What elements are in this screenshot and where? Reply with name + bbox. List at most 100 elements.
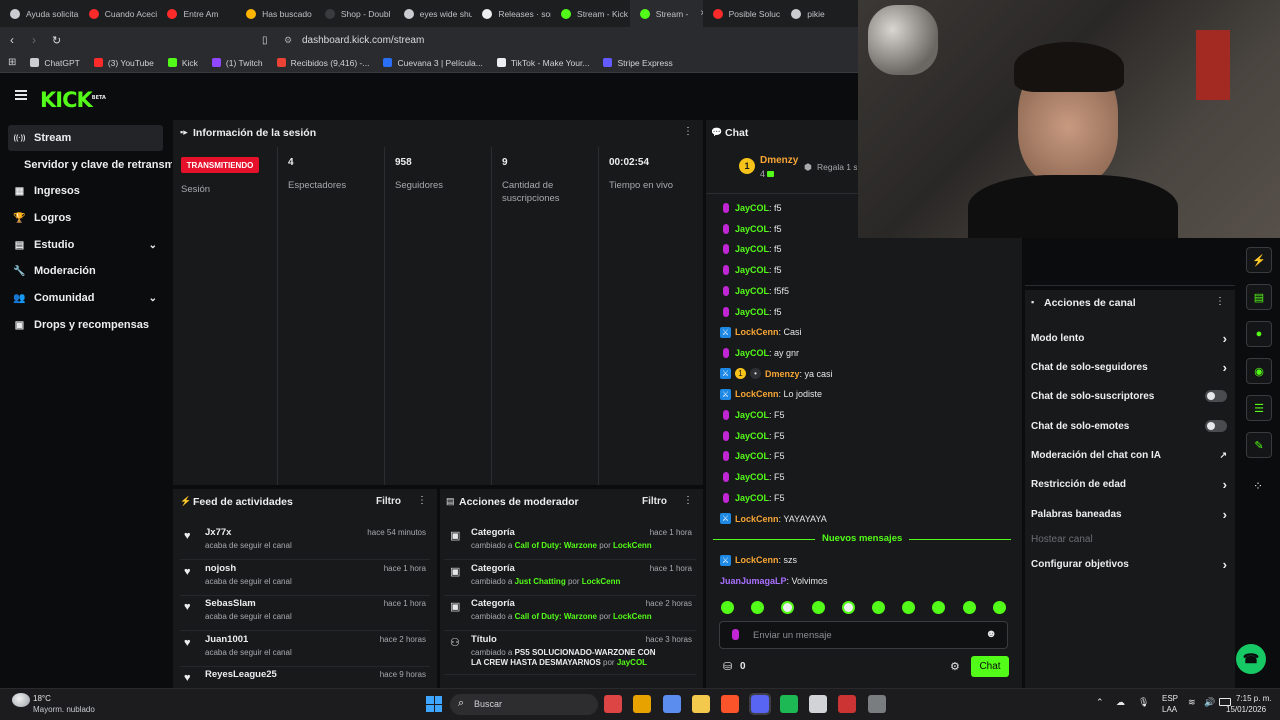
sidebar-item-estudio[interactable]: ▤ Estudio ⌄ <box>8 232 163 258</box>
feed-username[interactable]: nojosh <box>205 563 236 574</box>
feed-username[interactable]: Juan1001 <box>205 634 248 645</box>
wrench-icon[interactable]: ✎ <box>1246 432 1272 458</box>
chat-username[interactable]: JayCOL <box>735 244 769 254</box>
chat-username[interactable]: JayCOL <box>735 203 769 213</box>
chat-username[interactable]: JayCOL <box>735 451 769 461</box>
chevron-right-icon[interactable]: › <box>1223 507 1227 522</box>
change-mod[interactable]: LockCenn <box>613 612 652 621</box>
emote-icon[interactable] <box>721 601 734 614</box>
browser-tab[interactable]: Entre Am <box>157 0 236 27</box>
channel-action-chat-de-solo-seguidores[interactable]: Chat de solo-seguidores › <box>1031 357 1227 377</box>
sidebar-item-ingresos[interactable]: ▦ Ingresos <box>8 178 163 204</box>
chat-message[interactable]: JayCOL: F5 <box>720 470 785 484</box>
steam-icon[interactable] <box>867 695 886 713</box>
site-info-icon[interactable]: ⚙ <box>284 35 298 46</box>
back-icon[interactable]: ‹ <box>10 33 22 47</box>
emote-icon[interactable] <box>841 601 855 614</box>
copilot-icon[interactable] <box>662 695 681 713</box>
tray-app-icon[interactable] <box>604 695 622 713</box>
chat-message[interactable]: JayCOL: f5 <box>720 222 782 236</box>
channel-action-moderaci-n-del-chat-con-ia[interactable]: Moderación del chat con IA ↗ <box>1031 445 1227 465</box>
browser-tab[interactable]: Releases · sor <box>472 0 551 27</box>
emote-icon[interactable] <box>811 601 825 614</box>
change-mod[interactable]: LockCenn <box>582 577 621 586</box>
chat-message[interactable]: ⚔ 1 • Dmenzy: ya casi <box>720 367 833 381</box>
chevron-right-icon[interactable]: › <box>1223 360 1227 375</box>
discord-icon[interactable] <box>748 693 771 715</box>
chat-username[interactable]: JayCOL <box>735 307 769 317</box>
tray-network-icon[interactable]: ☁ <box>1116 697 1125 708</box>
feed-menu-icon[interactable]: ⋮ <box>417 495 427 506</box>
session-menu-icon[interactable]: ⋮ <box>683 126 693 137</box>
capture-icon[interactable] <box>838 695 857 713</box>
chat-username[interactable]: LockCenn <box>735 327 779 337</box>
chat-username[interactable]: LockCenn <box>735 389 779 399</box>
chat-input[interactable]: Enviar un mensaje ☻ <box>719 621 1008 649</box>
browser-tab[interactable]: Shop - Doubl <box>315 0 394 27</box>
chevron-right-icon[interactable]: › <box>1223 477 1227 492</box>
browser-tab[interactable]: Ayuda solicita <box>0 0 79 27</box>
channel-action-palabras-baneadas[interactable]: Palabras baneadas › <box>1031 504 1227 524</box>
emote-icon[interactable] <box>962 601 976 614</box>
chat-username[interactable]: JayCOL <box>735 472 769 482</box>
apps-grid-icon[interactable]: ⊞ <box>8 57 16 68</box>
chat-message[interactable]: JayCOL: F5 <box>720 408 785 422</box>
chat-username[interactable]: LockCenn <box>735 555 779 565</box>
sidebar-item-servidor[interactable]: Servidor y clave de retransm <box>8 152 172 178</box>
kick-logo[interactable]: KICKBETA <box>40 88 106 112</box>
bookmark-item[interactable]: Recibidos (9,416) -... <box>276 58 369 68</box>
reload-icon[interactable]: ↻ <box>52 34 66 47</box>
mod-filter-button[interactable]: Filtro <box>642 496 667 507</box>
feed-row[interactable]: ♥ SebasSlam acaba de seguir el canal hace 1… <box>180 595 430 631</box>
bookmark-item[interactable]: (1) Twitch <box>211 58 263 68</box>
audio-app-icon[interactable] <box>809 695 828 713</box>
bookmark-item[interactable]: ChatGPT <box>30 58 80 68</box>
bookmark-item[interactable]: Kick <box>167 58 198 68</box>
feed-row[interactable]: ♥ Jx77x acaba de seguir el canal hace 54 mi… <box>180 524 430 560</box>
mod-action-row[interactable]: ⚇ Título cambiado a PS5 SOLUCIONADO-WARZON… <box>444 631 696 675</box>
external-link-icon[interactable]: ↗ <box>1219 450 1227 461</box>
forward-icon[interactable]: › <box>32 33 44 47</box>
mod-action-row[interactable]: ▣ Categoría cambiado a Just Chatting por L… <box>444 560 696 596</box>
send-chat-button[interactable]: Chat <box>971 656 1009 677</box>
windows-start-icon[interactable] <box>426 696 442 712</box>
chat-username[interactable]: JayCOL <box>735 431 769 441</box>
chevron-right-icon[interactable]: › <box>1223 331 1227 346</box>
menu-icon[interactable] <box>15 90 27 100</box>
bookmark-item[interactable]: Stripe Express <box>603 58 673 68</box>
chat-message[interactable]: ⚔ LockCenn: szs <box>720 553 797 567</box>
chat-message[interactable]: JayCOL: f5f5 <box>720 284 789 298</box>
chat-username[interactable]: LockCenn <box>735 514 779 524</box>
feed-username[interactable]: SebasSlam <box>205 598 256 609</box>
clock-time[interactable]: 7:15 p. m. <box>1236 694 1272 703</box>
chevron-down-icon[interactable]: ⌄ <box>149 293 157 304</box>
sidebar-item-stream[interactable]: ((·)) Stream <box>8 125 163 151</box>
chevron-down-icon[interactable]: ⌄ <box>149 240 157 251</box>
chat-message[interactable]: JayCOL: f5 <box>720 263 782 277</box>
browser-tab[interactable]: Stream - Kick <box>551 0 630 27</box>
sidebar-item-drops[interactable]: ▣ Drops y recompensas <box>8 312 163 338</box>
chat-message[interactable]: JayCOL: f5 <box>720 305 782 319</box>
chat-username[interactable]: JayCOL <box>735 348 769 358</box>
chat-bubble-icon[interactable]: ● <box>1246 321 1272 347</box>
feed-filter-button[interactable]: Filtro <box>376 496 401 507</box>
support-chat-button[interactable]: ☎ <box>1236 644 1266 674</box>
channel-action-modo-lento[interactable]: Modo lento › <box>1031 328 1227 348</box>
tray-chevron-icon[interactable]: ⌃ <box>1096 697 1104 708</box>
change-mod[interactable]: LockCenn <box>613 541 652 550</box>
language-code[interactable]: ESP <box>1162 694 1178 703</box>
sidebar-item-moderación[interactable]: 🔧 Moderación <box>8 258 163 284</box>
taskbar-search[interactable]: ⌕ Buscar <box>450 694 598 715</box>
chat-message[interactable]: JayCOL: f5 <box>720 201 782 215</box>
chat-username[interactable]: JayCOL <box>735 224 769 234</box>
toggle-switch[interactable] <box>1205 390 1227 402</box>
mod-action-row[interactable]: ▣ Categoría cambiado a Call of Duty: Warzo… <box>444 524 696 560</box>
chat-message[interactable]: ⚔ LockCenn: Lo jodiste <box>720 387 822 401</box>
channel-action-configurar-objetivos[interactable]: Configurar objetivos › <box>1031 554 1227 574</box>
chat-message[interactable]: JayCOL: ay gnr <box>720 346 799 360</box>
chat-message[interactable]: ⚔ LockCenn: Casi <box>720 325 802 339</box>
sidebar-item-logros[interactable]: 🏆 Logros <box>8 205 163 231</box>
chat-message[interactable]: ⚔ LockCenn: YAYAYAYA <box>720 512 827 526</box>
tray-mic-icon[interactable]: 🎙 <box>1138 697 1149 708</box>
bookmark-item[interactable]: (3) YouTube <box>93 58 154 68</box>
